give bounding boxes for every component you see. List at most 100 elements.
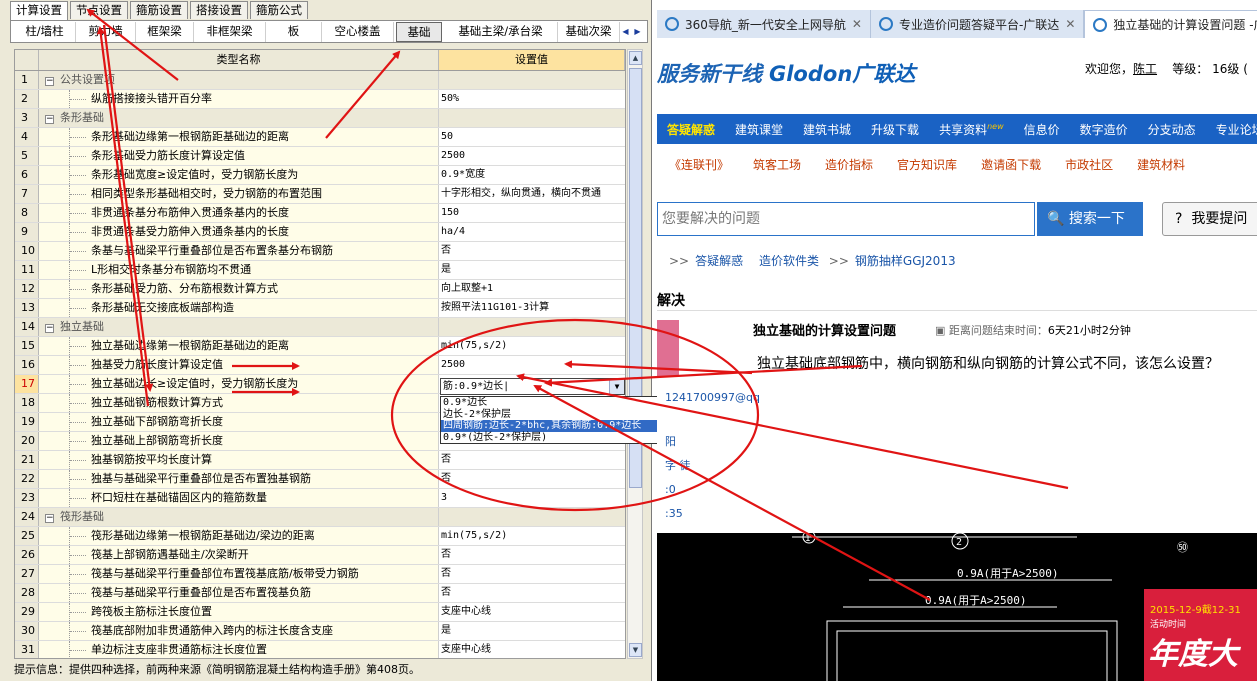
grid-row[interactable]: 16 独基受力筋长度计算设定值 2500: [15, 356, 625, 375]
row-value[interactable]: 2500: [439, 147, 625, 165]
row-value[interactable]: 150: [439, 204, 625, 222]
subtab-nonframe-beam[interactable]: 非框架梁: [194, 22, 266, 42]
breadcrumb-ggj[interactable]: 钢筋抽样GGJ2013: [855, 254, 956, 268]
dropdown-option[interactable]: 0.9*(边长-2*保护层): [441, 432, 667, 444]
grid-group-row[interactable]: 24− 筏形基础: [15, 508, 625, 527]
breadcrumb-qa[interactable]: 答疑解惑: [695, 254, 743, 268]
breadcrumb-software[interactable]: 造价软件类: [759, 254, 819, 268]
row-value[interactable]: 否: [439, 546, 625, 564]
grid-row[interactable]: 29 跨筏板主筋标注长度位置 支座中心线: [15, 603, 625, 622]
subtab-column[interactable]: 柱/墙柱: [14, 22, 76, 42]
search-input[interactable]: 您要解决的问题: [657, 202, 1035, 236]
subtab-hollow-floor[interactable]: 空心楼盖: [322, 22, 394, 42]
grid-row[interactable]: 10 条基与基础梁平行重叠部位是否布置条基分布钢筋 否: [15, 242, 625, 261]
row-value[interactable]: 2500: [439, 356, 625, 374]
nav-item[interactable]: 分支动态: [1138, 121, 1206, 138]
row-value[interactable]: 0.9*宽度: [439, 166, 625, 184]
row-value[interactable]: 向上取整+1: [439, 280, 625, 298]
grid-row[interactable]: 30 筏基底部附加非贯通筋伸入跨内的标注长度含支座 是: [15, 622, 625, 641]
browser-tab-360[interactable]: 360导航_新一代安全上网导航 ✕: [657, 10, 871, 38]
scroll-down-icon[interactable]: ▼: [629, 643, 642, 657]
username-link[interactable]: 陈工: [1133, 62, 1157, 76]
collapse-icon[interactable]: −: [45, 514, 54, 523]
subtab-shear-wall[interactable]: 剪力墙: [76, 22, 136, 42]
grid-row[interactable]: 23 杯口短柱在基础锚固区内的箍筋数量 3: [15, 489, 625, 508]
glodon-logo[interactable]: Glodon广联达: [769, 58, 915, 88]
row-value[interactable]: ha/4: [439, 223, 625, 241]
row-value[interactable]: 否: [439, 242, 625, 260]
grid-row[interactable]: 4 条形基础边缘第一根钢筋距基础边的距离 50: [15, 128, 625, 147]
grid-row[interactable]: 6 条形基础宽度≥设定值时，受力钢筋长度为 0.9*宽度: [15, 166, 625, 185]
dropdown-option[interactable]: 0.9*边长: [441, 397, 667, 409]
user-email[interactable]: 1241700997@qq: [665, 386, 760, 410]
chevron-down-icon[interactable]: ▼: [609, 379, 624, 394]
nav-item[interactable]: 信息价: [1014, 121, 1070, 138]
tab-scroll-left-icon[interactable]: ◀: [620, 26, 631, 37]
subtab-foundation-secondary-beam[interactable]: 基础次梁: [558, 22, 620, 42]
grid-row[interactable]: 7 相同类型条形基础相交时，受力钢筋的布置范围 十字形相交，纵向贯通，横向不贯通: [15, 185, 625, 204]
subnav-item[interactable]: 邀请函下载: [969, 156, 1053, 173]
nav-item[interactable]: 专业论坛: [1206, 121, 1257, 138]
grid-row[interactable]: 27 筏基与基础梁平行重叠部位布置筏基底筋/板带受力钢筋 否: [15, 565, 625, 584]
row-value[interactable]: 支座中心线: [439, 603, 625, 621]
subtab-slab[interactable]: 板: [266, 22, 322, 42]
subnav-item[interactable]: 造价指标: [813, 156, 885, 173]
row-value[interactable]: min(75,s/2): [439, 337, 625, 355]
grid-row[interactable]: 5 条形基础受力筋长度计算设定值 2500: [15, 147, 625, 166]
row-value[interactable]: 否: [439, 470, 625, 488]
tab-lap-settings[interactable]: 搭接设置: [190, 1, 248, 19]
grid-row[interactable]: 12 条形基础受力筋、分布筋根数计算方式 向上取整+1: [15, 280, 625, 299]
row-value[interactable]: 是: [439, 261, 625, 279]
grid-row[interactable]: 9 非贯通条基受力筋伸入贯通条基内的长度 ha/4: [15, 223, 625, 242]
collapse-icon[interactable]: −: [45, 115, 54, 124]
nav-item[interactable]: 建筑课堂: [725, 121, 793, 138]
tab-stirrup-settings[interactable]: 箍筋设置: [130, 1, 188, 19]
grid-row[interactable]: 11 L形相交时条基分布钢筋均不贯通 是: [15, 261, 625, 280]
grid-row[interactable]: 28 筏基与基础梁平行重叠部位是否布置筏基负筋 否: [15, 584, 625, 603]
subnav-item[interactable]: 官方知识库: [885, 156, 969, 173]
scroll-up-icon[interactable]: ▲: [629, 51, 642, 65]
grid-group-row[interactable]: 14− 独立基础: [15, 318, 625, 337]
grid-row[interactable]: 26 筏基上部钢筋遇基础主/次梁断开 否: [15, 546, 625, 565]
nav-item[interactable]: 升级下载: [861, 121, 929, 138]
tab-node-settings[interactable]: 节点设置: [70, 1, 128, 19]
tab-stirrup-formula[interactable]: 箍筋公式: [250, 1, 308, 19]
grid-row[interactable]: 21 独基钢筋按平均长度计算 否: [15, 451, 625, 470]
value-edit-combobox[interactable]: 筋:0.9*边长| ▼: [440, 378, 625, 395]
grid-row[interactable]: 2 纵筋搭接接头错开百分率 50%: [15, 90, 625, 109]
collapse-icon[interactable]: −: [45, 324, 54, 333]
dropdown-option[interactable]: 边长-2*保护层: [441, 409, 667, 421]
close-icon[interactable]: ✕: [852, 17, 862, 31]
subtab-foundation-main-beam[interactable]: 基础主梁/承台梁: [444, 22, 558, 42]
row-value[interactable]: 3: [439, 489, 625, 507]
nav-item[interactable]: 共享资料new: [929, 121, 1014, 138]
browser-tab-question[interactable]: 独立基础的计算设置问题 -广: [1084, 10, 1257, 38]
grid-group-row[interactable]: 1− 公共设置项: [15, 71, 625, 90]
browser-tab-faq[interactable]: 专业造价问题答疑平台-广联达 ✕: [871, 10, 1085, 38]
row-value[interactable]: 否: [439, 451, 625, 469]
promo-banner[interactable]: 2015-12-9截12-31 活动时间 年度大: [1144, 589, 1257, 681]
grid-row[interactable]: 15 独立基础边缘第一根钢筋距基础边的距离 min(75,s/2): [15, 337, 625, 356]
grid-scrollbar[interactable]: ▲ ▼: [627, 49, 643, 659]
nav-item[interactable]: 数字造价: [1070, 121, 1138, 138]
tab-scroll-right-icon[interactable]: ▶: [632, 26, 643, 37]
subnav-item[interactable]: 筑客工场: [741, 156, 813, 173]
tab-calc-settings[interactable]: 计算设置: [10, 1, 68, 20]
nav-item[interactable]: 建筑书城: [793, 121, 861, 138]
subtab-foundation[interactable]: 基础: [396, 22, 442, 42]
dropdown-option[interactable]: 四周钢筋:边长-2*bhc,其余钢筋:0.9*边长: [441, 420, 667, 432]
subnav-item[interactable]: 《连联刊》: [657, 156, 741, 173]
subnav-item[interactable]: 建筑材料: [1125, 156, 1197, 173]
nav-item[interactable]: 答疑解惑: [657, 121, 725, 138]
close-icon[interactable]: ✕: [1065, 17, 1075, 31]
edit-value-text[interactable]: 筋:0.9*边长|: [443, 381, 509, 392]
row-value[interactable]: 十字形相交，纵向贯通，横向不贯通: [439, 185, 625, 203]
row-value[interactable]: 按照平法11G101-3计算: [439, 299, 625, 317]
row-value[interactable]: min(75,s/2): [439, 527, 625, 545]
row-value[interactable]: 否: [439, 584, 625, 602]
subtab-frame-beam[interactable]: 框架梁: [136, 22, 194, 42]
grid-row[interactable]: 22 独基与基础梁平行重叠部位是否布置独基钢筋 否: [15, 470, 625, 489]
grid-row[interactable]: 31 单边标注支座非贯通筋标注长度位置 支座中心线: [15, 641, 625, 658]
grid-row[interactable]: 13 条形基础无交接底板端部构造 按照平法11G101-3计算: [15, 299, 625, 318]
grid-group-row[interactable]: 3− 条形基础: [15, 109, 625, 128]
